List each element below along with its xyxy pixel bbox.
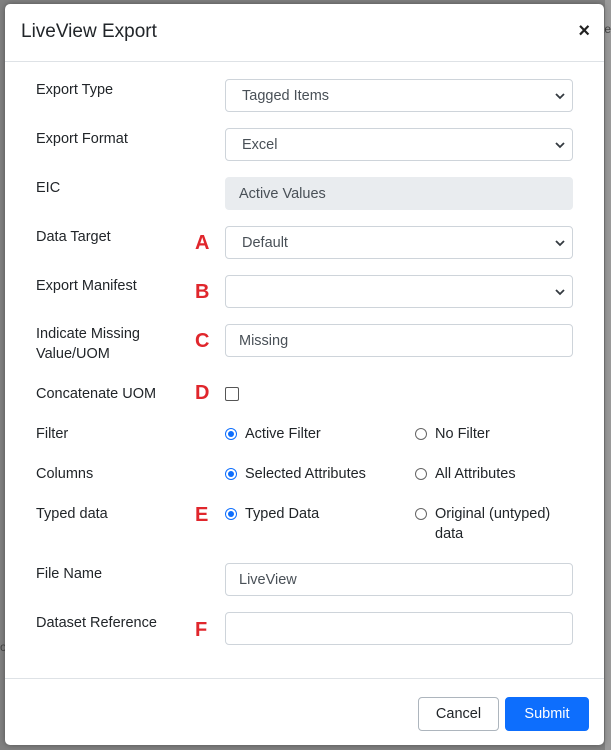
annotation-marker-b: B (195, 281, 210, 303)
export-format-select[interactable]: Excel (225, 128, 573, 161)
file-name-value: LiveView (239, 572, 297, 588)
modal-title: LiveView Export (21, 21, 157, 42)
export-type-label: Export Type (36, 82, 114, 98)
file-name-label: File Name (36, 566, 103, 582)
annotation-marker-e: E (195, 504, 209, 526)
typed-data-label: Typed data (36, 506, 108, 522)
annotation-marker-a: A (195, 232, 210, 254)
export-manifest-label: Export Manifest (36, 278, 137, 294)
annotation-marker-c: C (195, 330, 210, 352)
concatenate-uom-label: Concatenate UOM (36, 386, 157, 402)
chevron-down-icon (555, 93, 565, 100)
export-format-label: Export Format (36, 131, 128, 147)
submit-button[interactable]: Submit (505, 697, 589, 731)
dataset-reference-label: Dataset Reference (36, 615, 157, 631)
missing-value-label-line2: Value/UOM (36, 346, 110, 362)
chevron-down-icon (555, 289, 565, 296)
data-target-select[interactable]: Default (225, 226, 573, 259)
export-type-value: Tagged Items (242, 88, 330, 104)
columns-all-radio[interactable] (415, 468, 427, 480)
data-target-label: Data Target (36, 229, 111, 245)
chevron-down-icon (555, 240, 565, 247)
filter-label: Filter (36, 426, 69, 442)
columns-all-label[interactable]: All Attributes (435, 464, 516, 484)
cancel-button[interactable]: Cancel (418, 697, 499, 731)
untyped-data-line1: Original (untyped) (435, 506, 551, 522)
background-page-edge (605, 0, 611, 750)
filter-active-label[interactable]: Active Filter (245, 424, 321, 444)
eic-value: Active Values (239, 186, 326, 202)
annotation-marker-f: F (195, 619, 208, 641)
modal-header: LiveView Export × (5, 4, 604, 62)
untyped-data-radio[interactable] (415, 508, 427, 520)
eic-label: EIC (36, 180, 61, 196)
columns-label: Columns (36, 466, 94, 482)
typed-data-option-label[interactable]: Typed Data (245, 504, 319, 524)
missing-value-input[interactable]: Missing (225, 324, 573, 357)
export-type-select[interactable]: Tagged Items (225, 79, 573, 112)
missing-value-label: Indicate Missing Value/UOM (36, 324, 186, 364)
eic-field: Active Values (225, 177, 573, 210)
close-icon[interactable]: × (578, 20, 590, 42)
columns-selected-label[interactable]: Selected Attributes (245, 464, 366, 484)
typed-data-radio[interactable] (225, 508, 237, 520)
columns-selected-radio[interactable] (225, 468, 237, 480)
export-manifest-select[interactable] (225, 275, 573, 308)
filter-active-radio[interactable] (225, 428, 237, 440)
dataset-reference-input[interactable] (225, 612, 573, 645)
modal-footer: Cancel Submit (5, 678, 604, 745)
concatenate-uom-checkbox[interactable] (225, 387, 239, 401)
file-name-input[interactable]: LiveView (225, 563, 573, 596)
data-target-value: Default (242, 235, 288, 251)
untyped-data-line2: data (435, 526, 464, 542)
filter-none-label[interactable]: No Filter (435, 424, 490, 444)
filter-none-radio[interactable] (415, 428, 427, 440)
chevron-down-icon (555, 142, 565, 149)
export-format-value: Excel (242, 137, 278, 153)
export-modal: LiveView Export × Export Type Tagged Ite… (5, 4, 604, 745)
untyped-data-option-label[interactable]: Original (untyped) data (435, 504, 550, 544)
annotation-marker-d: D (195, 382, 210, 404)
missing-value-label-line1: Indicate Missing (36, 326, 140, 342)
missing-value-text: Missing (239, 333, 289, 349)
